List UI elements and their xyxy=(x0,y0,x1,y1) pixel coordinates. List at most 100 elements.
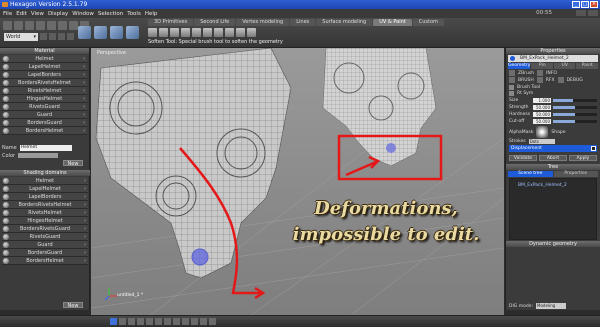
crease-icon[interactable] xyxy=(214,28,223,37)
slider-track[interactable] xyxy=(553,112,597,116)
abort-button[interactable]: Abort xyxy=(539,155,567,161)
material-item[interactable]: BordersRivetsHelmet › xyxy=(2,79,87,87)
shading-domain-item[interactable]: RivetsHelmet › xyxy=(2,209,88,217)
tab-scene-tree[interactable]: Scene tree xyxy=(508,171,553,177)
material-item[interactable]: LapelBorders › xyxy=(2,71,87,79)
strokes-select[interactable]: Dots xyxy=(528,139,555,144)
render-icon[interactable] xyxy=(155,318,162,325)
brush-icon[interactable] xyxy=(148,28,157,37)
shading-domain-item[interactable]: LapelBorders › xyxy=(2,193,88,201)
shading-domain-item[interactable]: Guard › xyxy=(2,241,88,249)
chevron-right-icon[interactable]: › xyxy=(84,193,86,201)
open-file-icon[interactable] xyxy=(14,21,23,30)
tab-vertex-modeling[interactable]: Vertex modeling xyxy=(236,19,290,26)
smooth-icon[interactable] xyxy=(170,28,179,37)
tab-surface-modeling[interactable]: Surface modeling xyxy=(316,19,373,26)
displacement-row[interactable]: Displacement xyxy=(509,145,597,152)
chevron-right-icon[interactable]: › xyxy=(83,71,85,79)
chevron-right-icon[interactable]: › xyxy=(84,241,86,249)
select-icon[interactable] xyxy=(58,21,67,30)
scene-tree-item[interactable]: BM_ExPack_Helmet_2 xyxy=(518,183,567,188)
shading-domain-item[interactable]: BordersHelmet › xyxy=(2,257,88,265)
cube-wire-icon[interactable] xyxy=(94,26,107,39)
light-icon[interactable] xyxy=(146,318,153,325)
slider-value-field[interactable]: 1.000 xyxy=(533,97,551,103)
material-item[interactable]: RivetsGuard › xyxy=(2,103,87,111)
chevron-right-icon[interactable]: › xyxy=(84,209,86,217)
tab-geometry[interactable]: Geometry xyxy=(508,63,531,69)
view-quad-icon[interactable] xyxy=(128,318,135,325)
grab-icon[interactable] xyxy=(247,28,256,37)
apply-button[interactable]: Apply xyxy=(569,155,597,161)
magnet-icon[interactable] xyxy=(58,33,65,40)
material-color-swatch[interactable] xyxy=(18,153,59,158)
chevron-right-icon[interactable]: › xyxy=(83,87,85,95)
selected-material-name[interactable]: BM_ExPack_Helmet_2 xyxy=(508,55,598,62)
chevron-right-icon[interactable]: › xyxy=(83,103,85,111)
chevron-right-icon[interactable]: › xyxy=(84,249,86,257)
material-item[interactable]: Helmet › xyxy=(2,55,87,63)
material-name-field[interactable]: Helmet xyxy=(19,144,72,151)
shading-domain-item[interactable]: HingesHelmet › xyxy=(2,217,88,225)
camera-icon[interactable] xyxy=(137,318,144,325)
menu-window[interactable]: Window xyxy=(72,11,94,17)
layout-icon[interactable] xyxy=(576,10,586,16)
brush-tool-checkbox[interactable] xyxy=(509,85,514,90)
menu-file[interactable]: File xyxy=(3,11,12,17)
minimize-button[interactable]: _ xyxy=(572,1,580,8)
save-file-icon[interactable] xyxy=(25,21,34,30)
menu-tools[interactable]: Tools xyxy=(127,11,141,17)
hide-icon[interactable] xyxy=(173,318,180,325)
shading-domain-item[interactable]: LapelHelmet › xyxy=(2,185,88,193)
material-item[interactable]: BordersGuard › xyxy=(2,119,87,127)
redo-icon[interactable] xyxy=(47,21,56,30)
tab-custom[interactable]: Custom xyxy=(412,19,444,26)
tab-second-life[interactable]: Second Life xyxy=(194,19,236,26)
pinch-icon[interactable] xyxy=(192,28,201,37)
snap-grid-icon[interactable] xyxy=(164,318,171,325)
shading-domain-item[interactable]: RivetsGuard › xyxy=(2,233,88,241)
chevron-right-icon[interactable]: › xyxy=(84,217,86,225)
debug-icon[interactable] xyxy=(557,77,564,83)
tab-paint[interactable]: Paint xyxy=(576,63,598,69)
inflate-icon[interactable] xyxy=(181,28,190,37)
material-item[interactable]: RivetsHelmet › xyxy=(2,87,87,95)
menu-selection[interactable]: Selection xyxy=(98,11,123,17)
chevron-right-icon[interactable]: › xyxy=(84,201,86,209)
menu-help[interactable]: Help xyxy=(145,11,158,17)
tab-tree-properties[interactable]: Properties xyxy=(553,171,598,177)
slider-value-field[interactable]: 50.000 xyxy=(533,111,551,117)
pan-icon[interactable] xyxy=(191,318,198,325)
undo-icon[interactable] xyxy=(36,21,45,30)
new-file-icon[interactable] xyxy=(3,21,12,30)
chevron-right-icon[interactable]: › xyxy=(84,225,86,233)
chevron-right-icon[interactable]: › xyxy=(83,111,85,119)
rt-sym-checkbox[interactable] xyxy=(509,91,514,96)
layout-icon-2[interactable] xyxy=(588,10,598,16)
material-item[interactable]: LapelHelmet › xyxy=(2,63,87,71)
brush-mode-icon[interactable] xyxy=(509,77,515,83)
alpha-mask-thumbnail[interactable] xyxy=(536,126,549,138)
material-item[interactable]: HingesHelmet › xyxy=(2,95,87,103)
rfx-icon[interactable] xyxy=(536,77,543,83)
slider-value-field[interactable]: 50.000 xyxy=(533,118,551,124)
chevron-right-icon[interactable]: › xyxy=(84,185,86,193)
chevron-right-icon[interactable]: › xyxy=(84,257,86,265)
soften-icon[interactable] xyxy=(159,28,168,37)
coordinate-space-select[interactable]: World xyxy=(4,33,38,41)
dig-mode-select[interactable]: Modeling xyxy=(536,303,566,309)
chevron-right-icon[interactable]: › xyxy=(83,55,85,63)
slider-track[interactable] xyxy=(553,98,597,102)
chevron-right-icon[interactable]: › xyxy=(83,63,85,71)
menu-display[interactable]: Display xyxy=(48,11,68,17)
tab-uv-paint[interactable]: UV & Paint xyxy=(373,19,412,26)
slider-track[interactable] xyxy=(553,105,597,109)
move-icon[interactable] xyxy=(69,21,78,30)
orbit-icon[interactable] xyxy=(200,318,207,325)
info-icon[interactable] xyxy=(537,70,544,76)
frame-icon[interactable] xyxy=(209,318,216,325)
maximize-button[interactable]: □ xyxy=(581,1,589,8)
close-button[interactable]: × xyxy=(590,1,598,8)
displacement-color-swatch[interactable] xyxy=(591,146,596,151)
grid-icon[interactable] xyxy=(49,33,56,40)
